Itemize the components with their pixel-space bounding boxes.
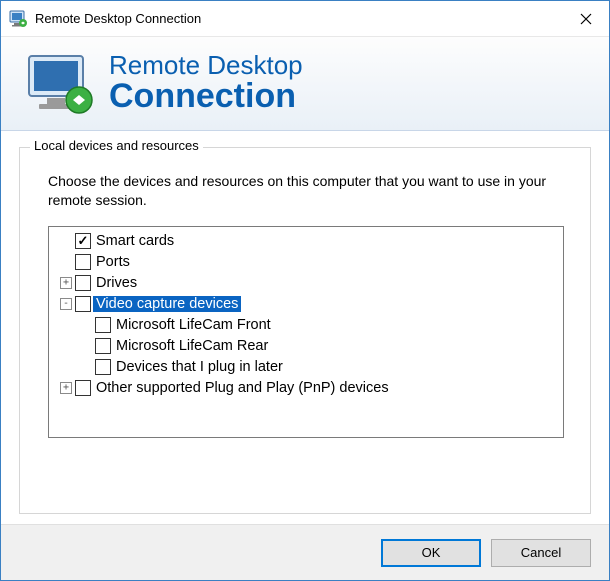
tree-item-lifecam-rear[interactable]: Microsoft LifeCam Rear bbox=[51, 336, 561, 357]
checkbox[interactable] bbox=[75, 296, 91, 312]
tree-item-plug-later[interactable]: Devices that I plug in later bbox=[51, 357, 561, 378]
banner-line2: Connection bbox=[109, 79, 303, 115]
tree-item-label[interactable]: Microsoft LifeCam Rear bbox=[113, 338, 271, 354]
checkbox[interactable] bbox=[75, 254, 91, 270]
tree-item-lifecam-front[interactable]: Microsoft LifeCam Front bbox=[51, 315, 561, 336]
cancel-button[interactable]: Cancel bbox=[491, 539, 591, 567]
checkbox[interactable] bbox=[75, 380, 91, 396]
groupbox-local-devices: Local devices and resources Choose the d… bbox=[19, 147, 591, 514]
dialog-window: Remote Desktop Connection Remote Desktop… bbox=[0, 0, 610, 581]
checkbox[interactable] bbox=[95, 359, 111, 375]
window-title: Remote Desktop Connection bbox=[35, 11, 563, 26]
checkbox[interactable] bbox=[75, 233, 91, 249]
tree-item-drives[interactable]: + Drives bbox=[51, 273, 561, 294]
tree-item-label[interactable]: Devices that I plug in later bbox=[113, 359, 286, 375]
tree-item-label[interactable]: Ports bbox=[93, 254, 133, 270]
tree-item-smart-cards[interactable]: Smart cards bbox=[51, 231, 561, 252]
tree-item-label[interactable]: Other supported Plug and Play (PnP) devi… bbox=[93, 380, 392, 396]
banner-text: Remote Desktop Connection bbox=[109, 52, 303, 115]
tree-item-video-capture[interactable]: - Video capture devices bbox=[51, 294, 561, 315]
rdp-icon bbox=[23, 52, 97, 116]
instructions-text: Choose the devices and resources on this… bbox=[48, 172, 564, 210]
banner-line1: Remote Desktop bbox=[109, 52, 303, 79]
ok-button[interactable]: OK bbox=[381, 539, 481, 567]
groupbox-legend: Local devices and resources bbox=[30, 138, 203, 153]
tree-item-label[interactable]: Video capture devices bbox=[93, 296, 241, 312]
tree-item-label[interactable]: Drives bbox=[93, 275, 140, 291]
close-button[interactable] bbox=[563, 1, 609, 37]
tree-item-label[interactable]: Smart cards bbox=[93, 233, 177, 249]
tree-item-label[interactable]: Microsoft LifeCam Front bbox=[113, 317, 274, 333]
tree-item-ports[interactable]: Ports bbox=[51, 252, 561, 273]
app-icon bbox=[9, 10, 27, 28]
button-bar: OK Cancel bbox=[1, 524, 609, 580]
checkbox[interactable] bbox=[95, 317, 111, 333]
expand-icon[interactable]: + bbox=[60, 382, 72, 394]
banner: Remote Desktop Connection bbox=[1, 37, 609, 131]
device-tree[interactable]: Smart cards Ports + Drives - Video capture de… bbox=[48, 226, 564, 438]
titlebar: Remote Desktop Connection bbox=[1, 1, 609, 37]
content-area: Local devices and resources Choose the d… bbox=[1, 131, 609, 524]
checkbox[interactable] bbox=[95, 338, 111, 354]
collapse-icon[interactable]: - bbox=[60, 298, 72, 310]
expand-icon[interactable]: + bbox=[60, 277, 72, 289]
tree-item-pnp[interactable]: + Other supported Plug and Play (PnP) dev… bbox=[51, 378, 561, 399]
checkbox[interactable] bbox=[75, 275, 91, 291]
